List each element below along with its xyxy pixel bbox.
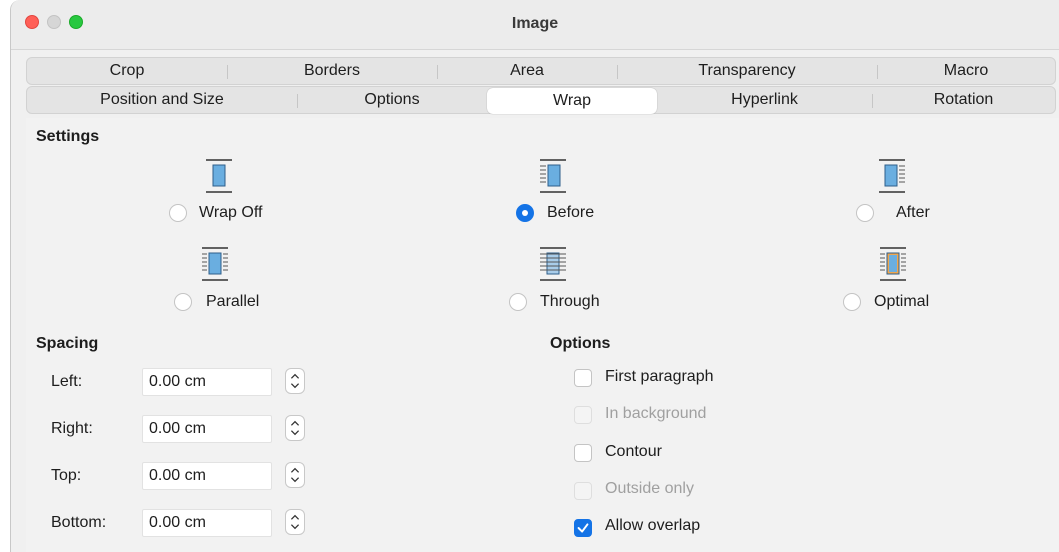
wrap-tab-panel: Settings Wrap Off Before After Parallel …: [26, 118, 1059, 552]
top-spacing-field[interactable]: 0.00 cm: [142, 462, 272, 490]
contour-label[interactable]: Contour: [605, 443, 662, 461]
wrap-before-label[interactable]: Before: [547, 204, 594, 222]
left-spacing-field[interactable]: 0.00 cm: [142, 368, 272, 396]
tab-crop[interactable]: Crop: [27, 58, 227, 84]
bottom-spacing-stepper-icon[interactable]: [285, 509, 305, 535]
allow-overlap-checkbox[interactable]: [574, 519, 592, 537]
wrap-off-label[interactable]: Wrap Off: [199, 204, 262, 222]
settings-heading: Settings: [36, 128, 100, 145]
wrap-optimal-radio[interactable]: [843, 293, 861, 311]
bottom-spacing-field[interactable]: 0.00 cm: [142, 509, 272, 537]
wrap-off-radio[interactable]: [169, 204, 187, 222]
top-spacing-stepper-icon[interactable]: [285, 462, 305, 488]
outside-only-checkbox: [574, 482, 592, 500]
tab-area[interactable]: Area: [437, 58, 617, 84]
options-heading: Options: [550, 335, 611, 352]
wrap-parallel-radio[interactable]: [174, 293, 192, 311]
right-spacing-label: Right:: [51, 420, 93, 437]
wrap-optimal-label[interactable]: Optimal: [874, 293, 929, 311]
wrap-through-radio[interactable]: [509, 293, 527, 311]
wrap-through-icon: [540, 247, 566, 281]
outside-only-label: Outside only: [605, 480, 694, 497]
wrap-after-icon: [879, 159, 905, 193]
allow-overlap-label[interactable]: Allow overlap: [605, 517, 700, 535]
left-spacing-label: Left:: [51, 373, 83, 390]
first-paragraph-checkbox[interactable]: [574, 369, 592, 387]
right-spacing-stepper-icon[interactable]: [285, 415, 305, 441]
tab-position-and-size[interactable]: Position and Size: [27, 87, 297, 113]
tab-transparency[interactable]: Transparency: [617, 58, 877, 84]
tab-borders[interactable]: Borders: [227, 58, 437, 84]
wrap-before-icon: [540, 159, 566, 193]
tab-wrap[interactable]: Wrap: [487, 88, 657, 114]
title-bar: Image: [11, 0, 1059, 50]
left-spacing-stepper-icon[interactable]: [285, 368, 305, 394]
wrap-before-radio[interactable]: [516, 204, 534, 222]
tab-hyperlink[interactable]: Hyperlink: [657, 87, 872, 113]
window-title: Image: [511, 15, 559, 32]
in-background-label: In background: [605, 405, 707, 422]
right-spacing-field[interactable]: 0.00 cm: [142, 415, 272, 443]
spacing-heading: Spacing: [36, 335, 99, 352]
tab-macro[interactable]: Macro: [877, 58, 1055, 84]
wrap-after-label[interactable]: After: [896, 204, 930, 222]
wrap-parallel-label[interactable]: Parallel: [206, 293, 259, 311]
wrap-parallel-icon: [202, 247, 228, 281]
image-dialog-window: Image Crop Borders Area Transparency Mac…: [10, 0, 1059, 552]
contour-checkbox[interactable]: [574, 444, 592, 462]
top-spacing-label: Top:: [51, 467, 82, 484]
checkmark-icon: [577, 523, 589, 533]
tab-rotation[interactable]: Rotation: [872, 87, 1055, 113]
first-paragraph-label[interactable]: First paragraph: [605, 368, 714, 386]
wrap-off-icon: [206, 159, 232, 193]
tab-row-1: Crop Borders Area Transparency Macro: [26, 57, 1056, 85]
in-background-checkbox: [574, 406, 592, 424]
bottom-spacing-label: Bottom:: [51, 514, 107, 531]
wrap-after-radio[interactable]: [856, 204, 874, 222]
wrap-optimal-icon: [880, 247, 906, 281]
wrap-through-label[interactable]: Through: [540, 293, 600, 311]
tab-options[interactable]: Options: [297, 87, 487, 113]
tab-row-2: Position and Size Options Wrap Hyperlink…: [26, 86, 1056, 114]
